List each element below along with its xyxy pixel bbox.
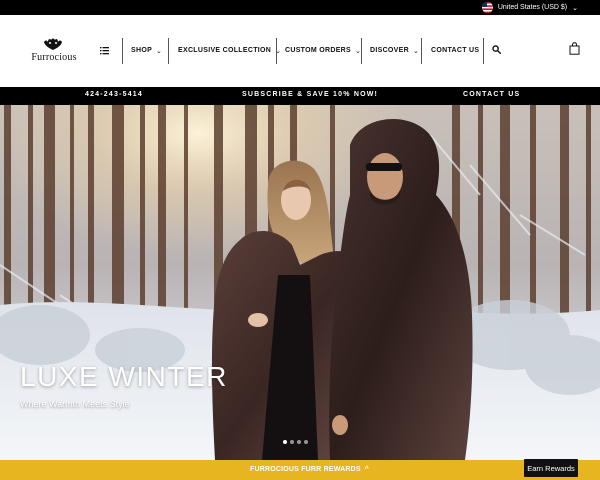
nav-divider xyxy=(276,38,277,64)
nav-shop[interactable]: SHOP ⌄ xyxy=(131,45,162,56)
nav-custom-orders-label: CUSTOM ORDERS xyxy=(285,47,351,54)
nav-divider xyxy=(168,38,169,64)
currency-selector[interactable]: United States (USD $) ⌄ xyxy=(481,2,578,13)
slide-dots xyxy=(283,440,308,444)
phone-link[interactable]: 424-243-5414 xyxy=(85,91,143,98)
nav-discover[interactable]: DISCOVER ⌄ xyxy=(370,45,419,56)
nav-divider xyxy=(483,38,484,64)
nav-exclusive-collection-label: EXCLUSIVE COLLECTION xyxy=(178,47,272,54)
announcement-bar: 424-243-5414 SUBSCRIBE & SAVE 10% NOW! C… xyxy=(0,87,600,105)
slide-dot[interactable] xyxy=(290,440,294,444)
rewards-bar[interactable]: FURROCIOUS FURR REWARDS ^ xyxy=(0,460,600,480)
subscribe-link[interactable]: SUBSCRIBE & SAVE 10% NOW! xyxy=(242,91,378,98)
nav-contact-us-label: CONTACT US xyxy=(431,47,480,54)
nav-custom-orders[interactable]: CUSTOM ORDERS ⌄ xyxy=(285,45,361,56)
rewards-label: FURROCIOUS FURR REWARDS ^ xyxy=(250,466,369,473)
list-icon[interactable] xyxy=(100,46,109,55)
chevron-up-icon: ^ xyxy=(364,466,370,473)
hero-subtitle: Where Warmth Meets Style xyxy=(20,399,130,409)
logo-crest-icon xyxy=(44,38,62,50)
hero-title: LUXE WINTER xyxy=(20,361,228,392)
nav-exclusive-collection[interactable]: EXCLUSIVE COLLECTION ⌄ xyxy=(178,45,281,56)
chevron-down-icon: ⌄ xyxy=(156,47,163,55)
nav-divider xyxy=(421,38,422,64)
top-bar: United States (USD $) ⌄ xyxy=(0,0,600,15)
chevron-down-icon: ⌄ xyxy=(412,47,420,55)
site-header: Furrocious SHOP ⌄ EXCLUSIVE COLLECTION ⌄… xyxy=(0,15,600,87)
contact-link[interactable]: CONTACT US xyxy=(463,91,520,98)
slide-dot[interactable] xyxy=(304,440,308,444)
nav-contact-us[interactable]: CONTACT US xyxy=(431,45,479,56)
earn-rewards-button[interactable]: Earn Rewards xyxy=(524,459,578,477)
nav-divider xyxy=(361,38,362,64)
nav-divider xyxy=(122,38,123,64)
us-flag-icon xyxy=(481,2,493,13)
rewards-label-text: FURROCIOUS FURR REWARDS xyxy=(250,466,361,473)
nav-discover-label: DISCOVER xyxy=(370,47,409,54)
slide-dot[interactable] xyxy=(297,440,301,444)
site-logo[interactable]: Furrocious xyxy=(23,37,85,67)
logo-text: Furrocious xyxy=(31,52,77,63)
hero-banner[interactable]: LUXE WINTER Where Warmth Meets Style xyxy=(0,105,600,460)
slide-dot[interactable] xyxy=(283,440,287,444)
currency-label: United States (USD $) xyxy=(497,4,568,11)
shopping-bag-icon[interactable] xyxy=(569,42,580,55)
chevron-down-icon: ⌄ xyxy=(572,4,578,12)
nav-shop-label: SHOP xyxy=(131,47,153,54)
search-icon[interactable] xyxy=(492,45,501,54)
